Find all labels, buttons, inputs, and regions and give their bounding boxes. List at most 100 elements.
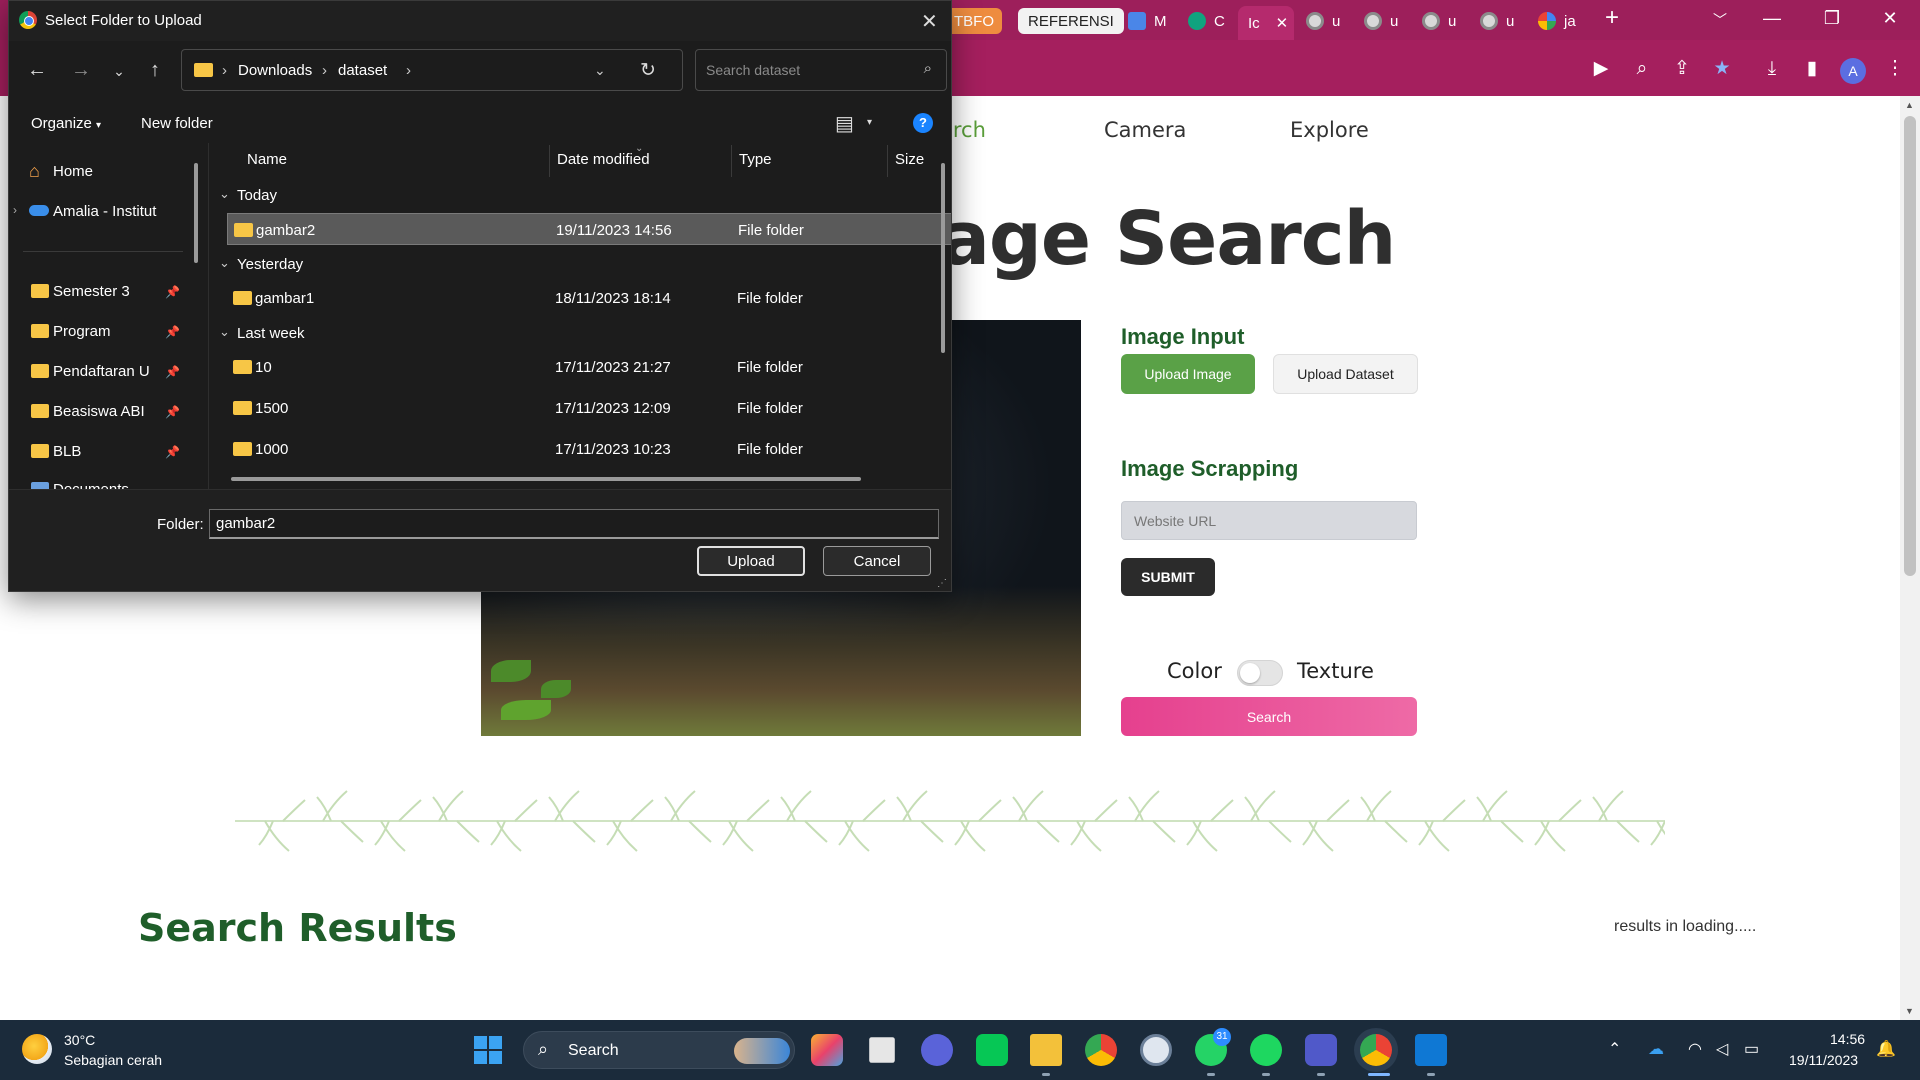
group-header-today[interactable]: ⌄ Today [219,186,277,204]
weather-description[interactable]: Sebagian cerah [64,1052,162,1068]
nav-pane-scrollbar[interactable] [194,163,198,263]
teams-icon[interactable] [1305,1034,1337,1066]
back-arrow-icon[interactable]: ← [25,59,49,82]
spotify-icon[interactable] [1250,1034,1282,1066]
more-menu-icon[interactable]: ⋮ [1884,58,1906,80]
dialog-titlebar[interactable]: Select Folder to Upload ✕ [9,1,951,41]
restore-icon[interactable]: ❐ [1812,8,1852,29]
tab-docs[interactable]: M [1128,6,1167,36]
file-row[interactable]: 1500 17/11/2023 12:09 File folder [227,392,951,424]
breadcrumb-dataset[interactable]: dataset [338,62,387,79]
nav-pinned-item[interactable]: Program [31,323,111,340]
tab-search-chevron-icon[interactable]: ﹀ [1700,10,1740,30]
weather-temperature[interactable]: 30°C [64,1032,95,1048]
tab-referensi[interactable]: REFERENSI [1018,8,1124,34]
new-folder-button[interactable]: New folder [141,115,213,132]
tab-tbfo[interactable]: TBFO [946,8,1002,34]
bookmark-star-icon[interactable]: ★ [1711,58,1733,80]
organize-menu[interactable]: Organize ▾ [31,115,101,132]
address-bar[interactable]: › Downloads › dataset › ⌄ ↻ [181,49,683,91]
column-separator[interactable] [731,145,732,177]
tab-active[interactable]: Ic ✕ [1238,6,1294,40]
scroll-up-icon[interactable]: ▲ [1905,100,1914,110]
chrome-active-icon[interactable] [1360,1034,1392,1066]
nav-home[interactable]: ⌂ Home [29,161,93,181]
vscode-icon[interactable] [1415,1034,1447,1066]
task-view-icon[interactable] [869,1037,895,1063]
nav-pinned-item[interactable]: Semester 3 [31,283,130,300]
resize-grip-icon[interactable]: ⋰ [937,578,947,589]
nav-explore[interactable]: Explore [1290,118,1369,142]
forward-arrow-icon[interactable]: → [69,59,93,82]
tab-google[interactable]: ja [1538,6,1576,36]
cancel-button[interactable]: Cancel [823,546,931,576]
copilot-icon[interactable] [811,1034,843,1066]
window-close-icon[interactable]: ✕ [1870,8,1910,29]
up-arrow-icon[interactable]: ↑ [143,59,167,82]
tab-globe-3[interactable]: u [1422,6,1456,36]
tab-close-icon[interactable]: ✕ [1276,14,1289,32]
website-url-input[interactable]: Website URL [1121,501,1417,540]
upload-button[interactable]: Upload [697,546,805,576]
new-tab-plus-icon[interactable]: + [1592,4,1632,32]
column-size[interactable]: Size [895,151,924,168]
minimize-icon[interactable]: — [1752,8,1792,29]
expand-chevron-icon[interactable]: › [13,203,17,217]
download-icon[interactable]: ⤓ [1761,58,1783,80]
dialog-close-icon[interactable]: ✕ [921,9,938,34]
file-explorer-icon[interactable] [1030,1034,1062,1066]
upload-dataset-button[interactable]: Upload Dataset [1273,354,1418,394]
view-chevron-icon[interactable]: ▾ [867,117,872,128]
tab-globe-2[interactable]: u [1364,6,1398,36]
column-type[interactable]: Type [739,151,772,168]
nav-onedrive[interactable]: › Amalia - Institut [13,203,156,220]
file-row[interactable]: gambar1 18/11/2023 18:14 File folder [227,282,951,314]
page-scrollbar[interactable]: ▲ ▼ [1900,96,1920,1020]
color-texture-toggle[interactable] [1237,660,1283,686]
clock-time[interactable]: 14:56 [1830,1031,1865,1047]
weather-partly-sunny-icon[interactable] [22,1034,52,1064]
side-panel-icon[interactable]: ▮ [1801,58,1823,80]
scrollbar-thumb[interactable] [1904,116,1916,576]
file-row[interactable]: gambar2 19/11/2023 14:56 File folder [227,213,951,245]
volume-icon[interactable]: ◁ [1716,1039,1728,1059]
file-row[interactable]: 1000 17/11/2023 10:23 File folder [227,433,951,465]
windows-start-icon[interactable] [474,1036,502,1064]
onedrive-tray-icon[interactable]: ☁ [1648,1039,1664,1059]
taskbar-search[interactable]: ⌕ Search [523,1031,795,1069]
nav-pinned-item[interactable]: BLB [31,443,81,460]
address-history-chevron-icon[interactable]: ⌄ [594,62,606,79]
column-separator[interactable] [549,145,550,177]
breadcrumb-downloads[interactable]: Downloads [238,62,312,79]
nav-pinned-item[interactable]: Pendaftaran U [31,363,150,380]
submit-button[interactable]: SUBMIT [1121,558,1215,596]
file-row[interactable]: 10 17/11/2023 21:27 File folder [227,351,951,383]
scroll-down-icon[interactable]: ▼ [1905,1006,1914,1016]
tab-globe-1[interactable]: u [1306,6,1340,36]
chrome-icon[interactable] [1085,1034,1117,1066]
notification-bell-icon[interactable]: 🔔 [1876,1039,1896,1059]
dialog-search-input[interactable]: Search dataset ⌕ [695,49,947,91]
nav-pinned-item[interactable]: Documents [31,481,129,489]
file-list-hscrollbar[interactable] [231,477,861,481]
help-icon[interactable]: ? [913,113,933,133]
share-icon[interactable]: ⇪ [1671,58,1693,80]
folder-name-input[interactable]: gambar2 [209,509,939,539]
nav-pinned-item[interactable]: Beasiswa ABI [31,403,145,420]
nav-camera[interactable]: Camera [1104,118,1186,142]
recent-chevron-icon[interactable]: ⌄ [107,63,131,80]
clock-date[interactable]: 19/11/2023 [1789,1052,1858,1068]
profile-avatar[interactable]: A [1840,58,1866,84]
view-options-icon[interactable]: ▤ [835,111,854,136]
tray-chevron-icon[interactable]: ⌃ [1608,1039,1621,1059]
upload-image-button[interactable]: Upload Image [1121,354,1255,394]
settings-gear-icon[interactable] [1140,1034,1172,1066]
column-name[interactable]: Name [247,151,287,168]
battery-icon[interactable]: ▭ [1744,1039,1759,1059]
group-header-yesterday[interactable]: ⌄ Yesterday [219,255,303,273]
camera-permission-icon[interactable]: ▶ [1590,58,1612,80]
column-separator[interactable] [887,145,888,177]
search-button[interactable]: Search [1121,697,1417,736]
wifi-icon[interactable]: ◠ [1688,1039,1702,1059]
refresh-icon[interactable]: ↻ [640,59,656,82]
